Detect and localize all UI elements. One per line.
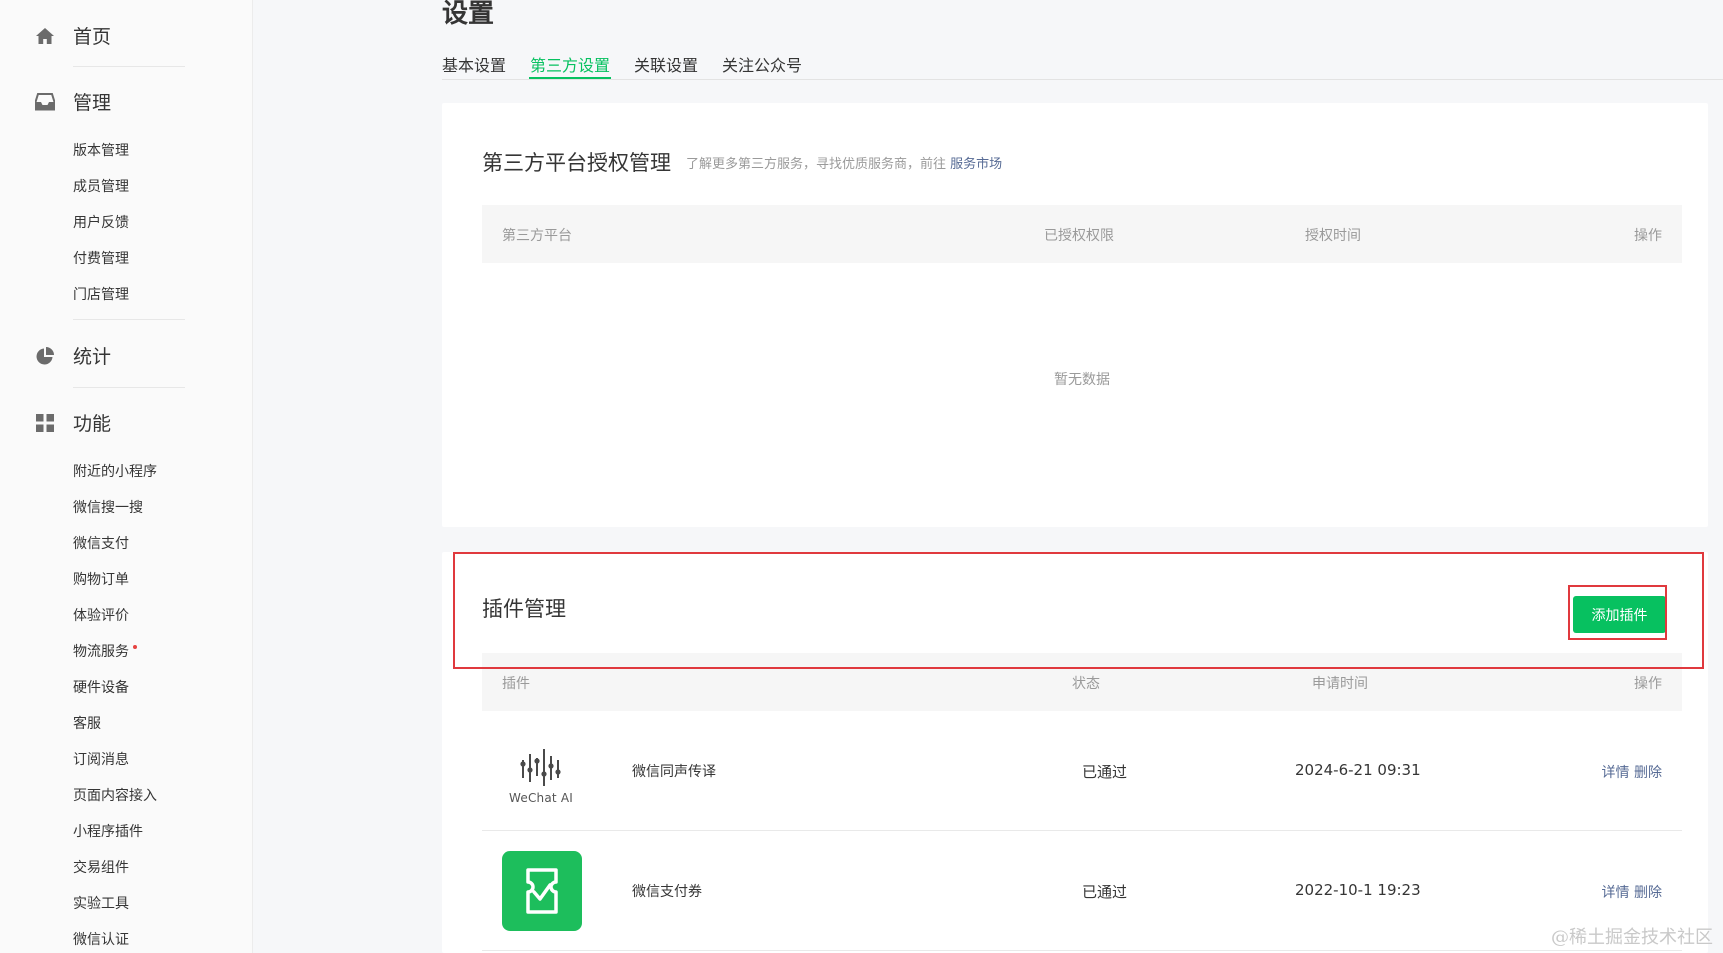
nav-manage[interactable]: 管理 — [34, 88, 111, 115]
sidebar-item-stores[interactable]: 门店管理 — [73, 284, 129, 304]
nav-home[interactable]: 首页 — [34, 22, 111, 49]
sidebar-divider — [73, 387, 185, 388]
tab-follow-official-account[interactable]: 关注公众号 — [722, 52, 802, 76]
plugin-title: 插件管理 — [482, 597, 566, 621]
service-market-link[interactable]: 服务市场 — [950, 157, 1002, 172]
plugin-name: 微信支付券 — [632, 884, 702, 900]
active-tab-indicator — [529, 77, 611, 79]
coupon-logo — [502, 851, 582, 931]
plugin-status: 已通过 — [1082, 763, 1128, 781]
plugin-apply-time: 2022-10-1 19:23 — [1295, 881, 1421, 899]
wechat-ai-logo: WeChat AI — [500, 746, 582, 808]
grid-icon — [34, 412, 56, 434]
column-header-auth-time: 授权时间 — [1305, 228, 1361, 244]
page-title: 设置 — [442, 0, 495, 29]
sidebar-item-content-access[interactable]: 页面内容接入 — [73, 785, 157, 805]
plugin-panel: 插件管理 添加插件 插件 状态 申请时间 操作 WeChat AI 微信同声传译… — [442, 552, 1708, 953]
coupon-icon — [526, 868, 558, 914]
column-header-actions: 操作 — [1634, 228, 1662, 244]
row-actions: 详情 删除 — [1602, 762, 1662, 782]
detail-link[interactable]: 详情 — [1602, 885, 1630, 901]
sidebar-item-lab-tools[interactable]: 实验工具 — [73, 893, 129, 913]
column-header-platform: 第三方平台 — [502, 228, 572, 244]
column-header-actions: 操作 — [1634, 676, 1662, 692]
home-icon — [34, 25, 56, 47]
sidebar-item-payment-manage[interactable]: 付费管理 — [73, 248, 129, 268]
sidebar-item-hardware[interactable]: 硬件设备 — [73, 677, 129, 697]
sidebar-item-trade-components[interactable]: 交易组件 — [73, 857, 129, 877]
column-header-status: 状态 — [1072, 676, 1100, 692]
sidebar-item-members[interactable]: 成员管理 — [73, 176, 129, 196]
sidebar-item-logistics-label: 物流服务 — [73, 644, 129, 660]
app-root: 首页 管理 版本管理 成员管理 用户反馈 付费管理 门店管理 统计 功能 附近的… — [0, 0, 1723, 953]
row-actions: 详情 删除 — [1602, 882, 1662, 902]
column-header-apply-time: 申请时间 — [1312, 676, 1368, 692]
sidebar-item-wechat-pay[interactable]: 微信支付 — [73, 533, 129, 553]
third-party-desc: 了解更多第三方服务，寻找优质服务商，前往 服务市场 — [686, 153, 1002, 172]
waveform-icon — [520, 749, 561, 786]
nav-stats[interactable]: 统计 — [34, 342, 111, 369]
plugin-name: 微信同声传译 — [632, 764, 716, 780]
nav-home-label: 首页 — [73, 26, 112, 48]
sidebar-divider — [73, 66, 185, 67]
add-plugin-button[interactable]: 添加插件 — [1573, 596, 1666, 633]
third-party-title: 第三方平台授权管理 — [482, 151, 671, 175]
third-party-desc-text: 了解更多第三方服务，寻找优质服务商，前往 — [686, 157, 947, 172]
table-row: WeChat AI 微信同声传译 已通过 2024-6-21 09:31 详情 … — [482, 711, 1682, 831]
sidebar-item-nearby[interactable]: 附近的小程序 — [73, 461, 157, 481]
notification-dot — [133, 645, 137, 649]
sidebar-divider — [73, 319, 185, 320]
sidebar-item-certification[interactable]: 微信认证 — [73, 929, 129, 949]
nav-features-label: 功能 — [73, 413, 112, 435]
inbox-icon — [34, 91, 56, 113]
third-party-table-header: 第三方平台 已授权权限 授权时间 操作 — [482, 205, 1682, 263]
table-row: 微信支付券 已通过 2022-10-1 19:23 详情 删除 — [482, 831, 1682, 951]
sidebar-item-feedback[interactable]: 用户反馈 — [73, 212, 129, 232]
sidebar-item-subscriptions[interactable]: 订阅消息 — [73, 749, 129, 769]
sidebar: 首页 管理 版本管理 成员管理 用户反馈 付费管理 门店管理 统计 功能 附近的… — [0, 0, 253, 953]
nav-stats-label: 统计 — [73, 346, 112, 368]
sidebar-item-plugins[interactable]: 小程序插件 — [73, 821, 143, 841]
nav-manage-label: 管理 — [73, 92, 112, 114]
sidebar-item-search[interactable]: 微信搜一搜 — [73, 497, 143, 517]
plugin-table-header: 插件 状态 申请时间 操作 — [482, 653, 1682, 711]
empty-state-text: 暂无数据 — [1054, 372, 1110, 388]
nav-features[interactable]: 功能 — [34, 409, 111, 436]
sidebar-item-reviews[interactable]: 体验评价 — [73, 605, 129, 625]
delete-link[interactable]: 删除 — [1634, 765, 1662, 781]
column-header-permissions: 已授权权限 — [1044, 228, 1114, 244]
sidebar-item-orders[interactable]: 购物订单 — [73, 569, 129, 589]
detail-link[interactable]: 详情 — [1602, 765, 1630, 781]
plugin-status: 已通过 — [1082, 883, 1128, 901]
tab-basic-settings[interactable]: 基本设置 — [442, 52, 506, 76]
delete-link[interactable]: 删除 — [1634, 885, 1662, 901]
sidebar-item-logistics[interactable]: 物流服务 — [73, 641, 137, 661]
sidebar-item-customer-service[interactable]: 客服 — [73, 713, 101, 733]
column-header-plugin: 插件 — [502, 676, 530, 692]
tab-linked-settings[interactable]: 关联设置 — [634, 52, 698, 76]
wechat-ai-logo-text: WeChat AI — [509, 791, 573, 805]
third-party-panel: 第三方平台授权管理 了解更多第三方服务，寻找优质服务商，前往 服务市场 第三方平… — [442, 103, 1708, 527]
watermark: @稀土掘金技术社区 — [1551, 927, 1713, 948]
sidebar-item-version[interactable]: 版本管理 — [73, 140, 129, 160]
plugin-apply-time: 2024-6-21 09:31 — [1295, 761, 1421, 779]
pie-chart-icon — [34, 345, 56, 367]
tab-third-party-settings[interactable]: 第三方设置 — [530, 52, 610, 76]
